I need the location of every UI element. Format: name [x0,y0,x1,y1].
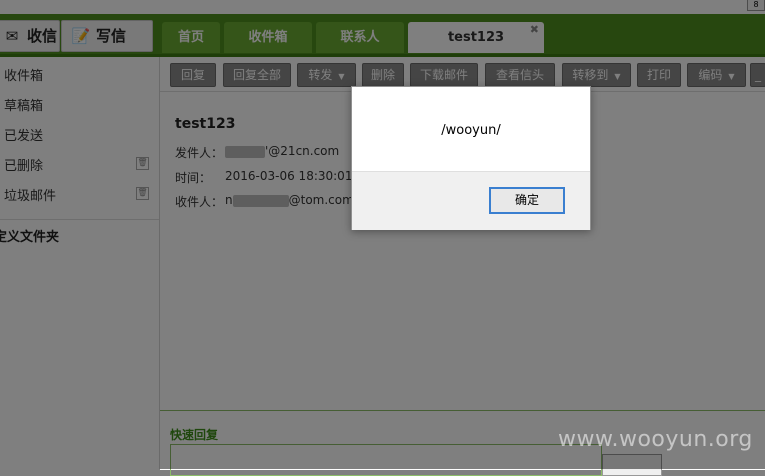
watermark: www.wooyun.org [558,427,753,452]
alert-dialog: /wooyun/ 确定 [351,86,591,230]
alert-footer: 确定 [352,171,590,230]
ok-button[interactable]: 确定 [489,187,565,214]
modal-overlay [0,0,765,469]
alert-message: /wooyun/ [441,123,501,138]
